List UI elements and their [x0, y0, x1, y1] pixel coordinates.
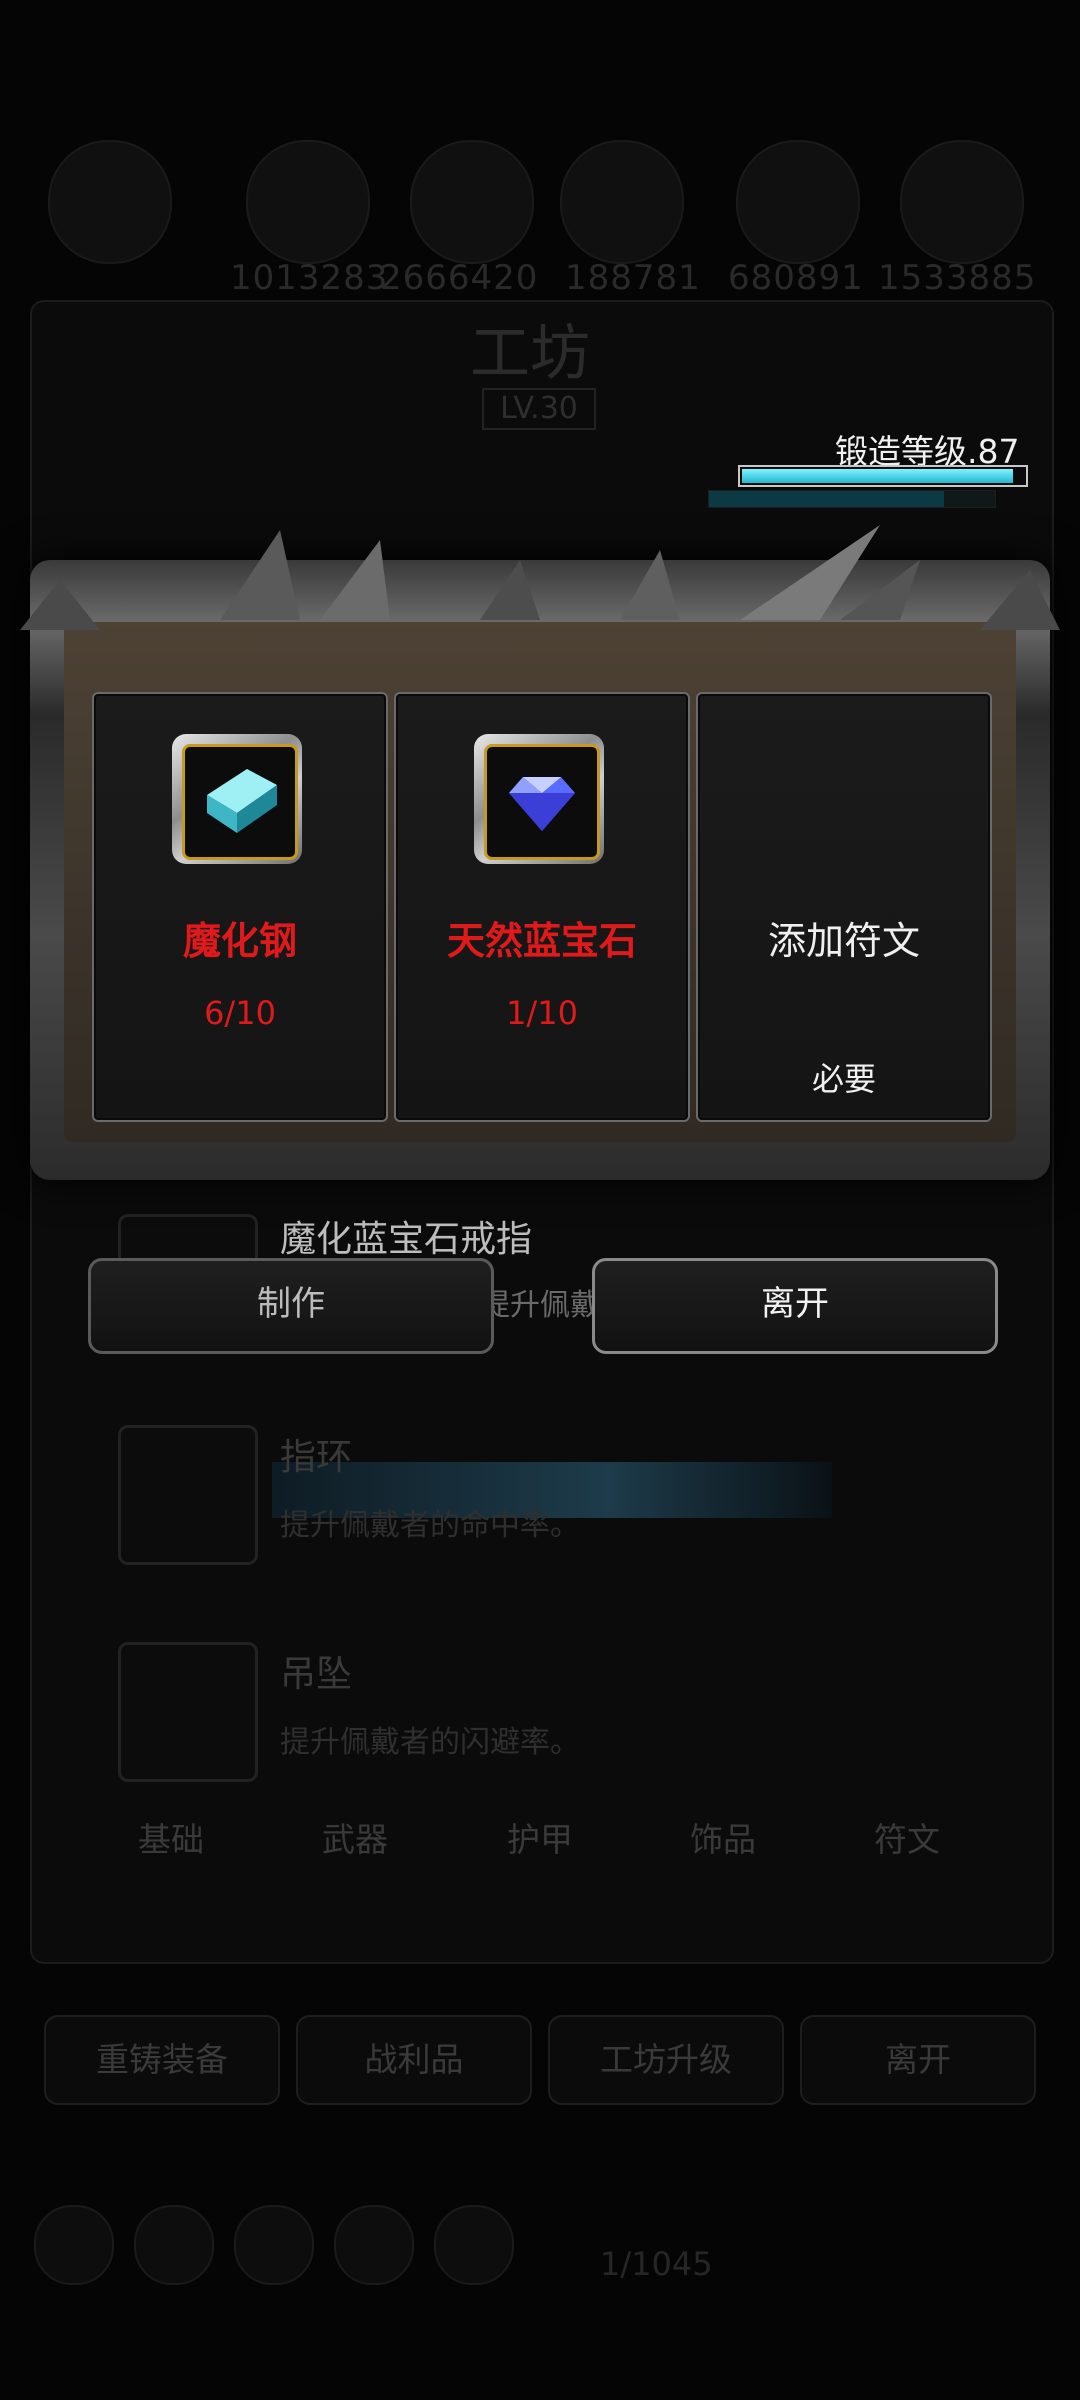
resource-icon [560, 140, 684, 264]
forge-progress-fill [742, 469, 1013, 483]
menu-icon[interactable] [234, 2205, 314, 2285]
menu-icon[interactable] [334, 2205, 414, 2285]
item-desc: 提升佩戴者的命中率。 [280, 1508, 580, 1543]
material-count: 6/10 [204, 994, 276, 1032]
leave-button[interactable]: 离开 [592, 1258, 998, 1354]
sapphire-gem-icon [509, 777, 575, 831]
resource-count: 1533885 [878, 258, 1037, 298]
resource-count: 680891 [728, 258, 864, 298]
resource-icon [410, 140, 534, 264]
background-workshop-screen: 1013283 2666420 188781 680891 1533885 工坊… [0, 0, 1080, 2400]
rune-slot[interactable]: 添加符文 必要 [696, 692, 992, 1122]
workshop-level: LV.30 [482, 388, 596, 430]
material-slot-sapphire[interactable]: 天然蓝宝石 1/10 [394, 692, 690, 1122]
item-name: 吊坠 [280, 1654, 353, 1695]
add-rune-label: 添加符文 [767, 919, 920, 963]
resource-icon [246, 140, 370, 264]
steel-ingot-icon [207, 769, 277, 833]
material-name: 魔化钢 [182, 919, 297, 963]
resource-count: 2666420 [380, 258, 539, 298]
menu-icon[interactable] [34, 2205, 114, 2285]
workshop-upgrade-button[interactable]: 工坊升级 [548, 2015, 784, 2105]
tab-rune[interactable]: 符文 [874, 1813, 940, 1861]
loot-button[interactable]: 战利品 [296, 2015, 532, 2105]
forge-secondary-bar [708, 490, 996, 508]
craft-button[interactable]: 制作 [88, 1258, 494, 1354]
requirement-label: 必要 [811, 1060, 876, 1098]
leave-workshop-button[interactable]: 离开 [800, 2015, 1036, 2105]
resource-count: 188781 [565, 258, 701, 298]
item-name: 魔化蓝宝石戒指 [280, 1219, 533, 1260]
reforge-button[interactable]: 重铸装备 [44, 2015, 280, 2105]
ornament-spikes-icon [20, 525, 1060, 630]
forge-progress-bar [738, 465, 1028, 487]
workshop-title: 工坊 [470, 319, 590, 389]
resource-icon [900, 140, 1024, 264]
tab-armor[interactable]: 护甲 [507, 1813, 573, 1861]
tab-accessory[interactable]: 饰品 [690, 1813, 756, 1861]
inventory-count: 1/1045 [600, 2245, 713, 2283]
item-frame [172, 734, 302, 864]
craft-label: 制作 [257, 1284, 325, 1324]
material-slot-steel[interactable]: 魔化钢 6/10 [92, 692, 388, 1122]
resource-icon [736, 140, 860, 264]
ring-icon [118, 1425, 258, 1565]
forge-secondary-fill [709, 491, 944, 507]
item-frame [474, 734, 604, 864]
pendant-icon [118, 1642, 258, 1782]
menu-icon[interactable] [434, 2205, 514, 2285]
resource-icon [48, 140, 172, 264]
tab-basic[interactable]: 基础 [138, 1813, 204, 1861]
resource-count: 1013283 [230, 258, 389, 298]
item-desc: 提升佩戴者的闪避率。 [280, 1725, 580, 1760]
leave-label: 离开 [761, 1284, 829, 1324]
tab-weapon[interactable]: 武器 [322, 1813, 388, 1861]
item-name: 指环 [280, 1437, 353, 1478]
material-count: 1/10 [506, 994, 578, 1032]
material-name: 天然蓝宝石 [446, 919, 637, 963]
menu-icon[interactable] [134, 2205, 214, 2285]
